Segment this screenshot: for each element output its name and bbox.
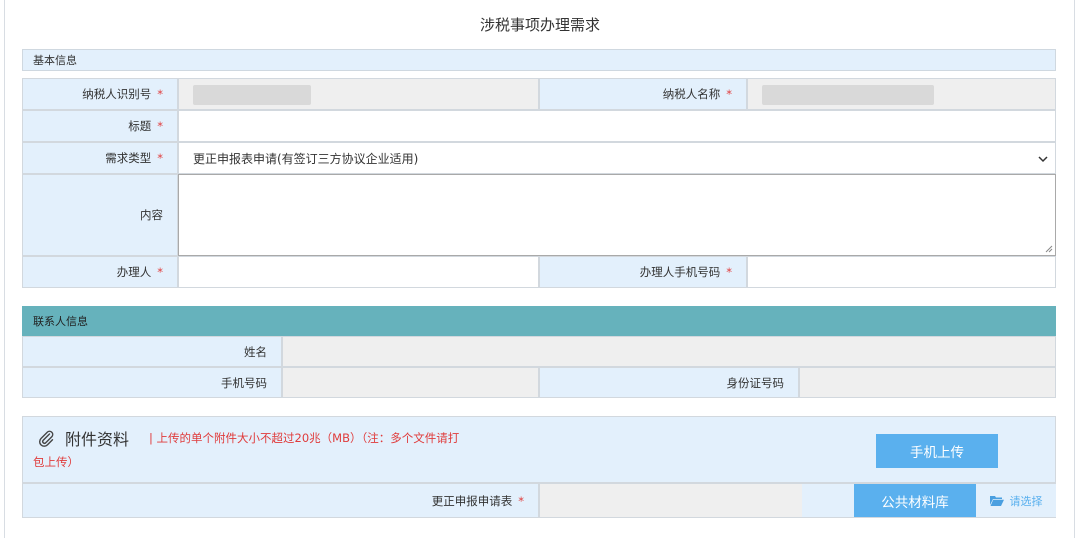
chevron-down-icon bbox=[1038, 156, 1048, 163]
file-field: 公共材料库 请选择 bbox=[539, 483, 1056, 518]
file-label: 更正申报申请表 bbox=[431, 493, 513, 508]
title-input[interactable] bbox=[178, 110, 1056, 142]
contact-id-field bbox=[799, 367, 1056, 398]
handler-phone-input[interactable] bbox=[747, 256, 1056, 288]
redacted-value bbox=[193, 85, 311, 105]
file-label-cell: 更正申报申请表 * bbox=[22, 483, 539, 518]
mobile-upload-button[interactable]: 手机上传 bbox=[876, 434, 998, 468]
contact-info-header: 联系人信息 bbox=[22, 306, 1056, 336]
contact-info-title: 联系人信息 bbox=[33, 315, 88, 328]
taxpayer-name-label: 纳税人名称 bbox=[662, 87, 721, 101]
file-name-box bbox=[540, 484, 802, 517]
upload-size-note-cont: 包上传） bbox=[33, 455, 79, 469]
handler-input[interactable] bbox=[178, 256, 539, 288]
handler-phone-label: 办理人手机号码 bbox=[639, 265, 721, 279]
required-mark: * bbox=[157, 87, 163, 101]
required-mark: * bbox=[726, 265, 732, 279]
attachments-panel: 附件资料 | 上传的单个附件大小不超过20兆（MB）（注：多个文件请打 包上传）… bbox=[22, 416, 1056, 483]
attachments-title: 附件资料 bbox=[65, 430, 130, 449]
contact-id-label-cell: 身份证号码 bbox=[539, 367, 799, 398]
public-library-button[interactable]: 公共材料库 bbox=[854, 484, 976, 517]
required-mark: * bbox=[157, 119, 163, 133]
contact-phone-field bbox=[282, 367, 539, 398]
choose-file-button[interactable]: 请选择 bbox=[976, 484, 1056, 517]
contact-name-field bbox=[282, 336, 1056, 367]
required-mark: * bbox=[726, 87, 732, 101]
handler-label-cell: 办理人 * bbox=[22, 256, 178, 288]
required-mark: * bbox=[157, 151, 163, 165]
demand-type-select[interactable]: 更正申报表申请(有签订三方协议企业适用) bbox=[178, 142, 1056, 174]
content-label: 内容 bbox=[140, 208, 163, 222]
contact-name-label-cell: 姓名 bbox=[22, 336, 282, 367]
demand-type-value: 更正申报表申请(有签订三方协议企业适用) bbox=[193, 152, 419, 166]
demand-type-label: 需求类型 bbox=[105, 151, 152, 165]
contact-phone-label: 手机号码 bbox=[221, 375, 267, 390]
folder-open-icon bbox=[989, 496, 1004, 506]
contact-phone-label-cell: 手机号码 bbox=[22, 367, 282, 398]
demand-type-label-cell: 需求类型 * bbox=[22, 142, 178, 174]
taxpayer-id-label-cell: 纳税人识别号 * bbox=[22, 78, 178, 110]
choose-label: 请选择 bbox=[1009, 494, 1043, 508]
redacted-value bbox=[762, 85, 934, 105]
taxpayer-id-label: 纳税人识别号 bbox=[82, 87, 152, 101]
upload-size-note: | 上传的单个附件大小不超过20兆（MB）（注：多个文件请打 bbox=[149, 431, 460, 445]
resize-handle-icon[interactable] bbox=[1045, 245, 1053, 253]
title-label-cell: 标题 * bbox=[22, 110, 178, 142]
required-mark: * bbox=[157, 265, 163, 279]
taxpayer-id-field bbox=[178, 78, 539, 110]
paperclip-icon bbox=[38, 430, 54, 447]
contact-id-label: 身份证号码 bbox=[726, 375, 785, 390]
required-mark: * bbox=[518, 493, 524, 508]
basic-info-title: 基本信息 bbox=[33, 54, 77, 67]
content-label-cell: 内容 bbox=[22, 174, 178, 256]
content-textarea[interactable] bbox=[178, 174, 1056, 256]
handler-label: 办理人 bbox=[116, 265, 152, 279]
taxpayer-name-field bbox=[747, 78, 1056, 110]
basic-info-header: 基本信息 bbox=[22, 49, 1056, 71]
handler-phone-label-cell: 办理人手机号码 * bbox=[539, 256, 747, 288]
taxpayer-name-label-cell: 纳税人名称 * bbox=[539, 78, 747, 110]
page-title: 涉税事项办理需求 bbox=[479, 16, 600, 34]
title-label: 标题 bbox=[128, 119, 152, 133]
contact-name-label: 姓名 bbox=[244, 344, 267, 359]
